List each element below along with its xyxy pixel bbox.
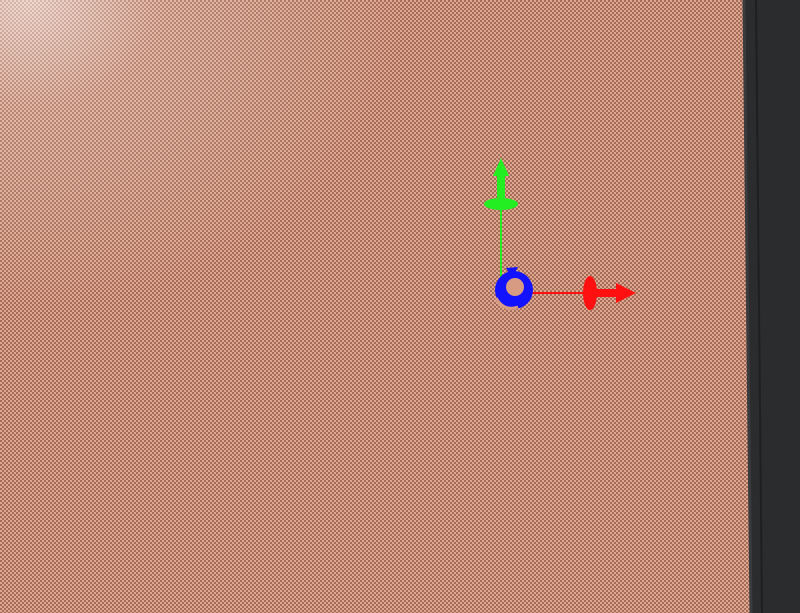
transform-gizmo[interactable] bbox=[470, 150, 650, 320]
3d-viewport[interactable] bbox=[0, 0, 800, 613]
translate-x-arrow-icon[interactable] bbox=[515, 276, 636, 310]
textured-plane-surface[interactable] bbox=[0, 0, 800, 613]
